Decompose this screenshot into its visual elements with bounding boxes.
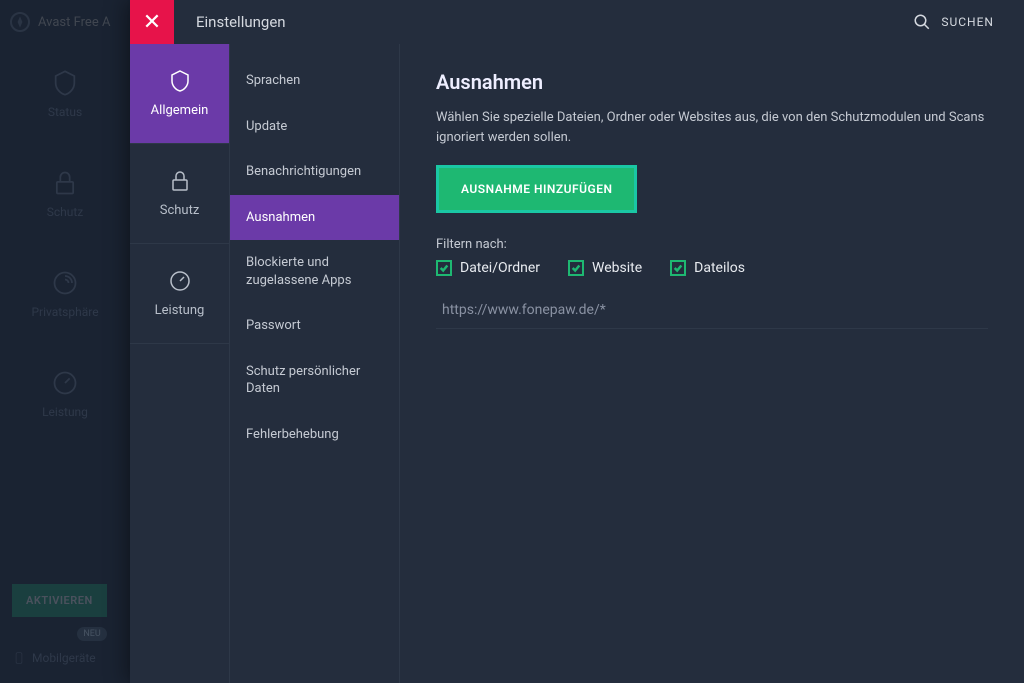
filter-option-label: Datei/Ordner xyxy=(460,260,540,276)
modal-header: ✕ Einstellungen SUCHEN xyxy=(130,0,1024,44)
filter-label: Filtern nach: xyxy=(436,237,988,252)
category-nav: Allgemein Schutz Leistung xyxy=(130,44,230,683)
sub-item-update[interactable]: Update xyxy=(230,104,399,150)
filter-option-label: Website xyxy=(592,260,642,276)
filter-datei-ordner[interactable]: Datei/Ordner xyxy=(436,260,540,276)
avast-logo-icon xyxy=(10,12,30,32)
close-button[interactable]: ✕ xyxy=(130,0,174,44)
close-icon: ✕ xyxy=(143,10,161,35)
shield-icon xyxy=(51,69,79,97)
sub-item-sprachen[interactable]: Sprachen xyxy=(230,58,399,104)
neu-badge: NEU xyxy=(77,627,106,641)
sub-nav: Sprachen Update Benachrichtigungen Ausna… xyxy=(230,44,400,683)
nav-label: Leistung xyxy=(42,405,88,419)
nav-item-schutz[interactable]: Schutz xyxy=(0,144,130,244)
category-label: Schutz xyxy=(160,203,200,218)
mobile-icon xyxy=(12,651,26,665)
filter-website[interactable]: Website xyxy=(568,260,642,276)
checkbox-checked-icon xyxy=(436,260,452,276)
category-allgemein[interactable]: Allgemein xyxy=(130,44,229,144)
category-leistung[interactable]: Leistung xyxy=(130,244,229,344)
exception-row[interactable]: https://www.fonepaw.de/* xyxy=(436,292,988,329)
modal-title: Einstellungen xyxy=(174,13,913,31)
search-button[interactable]: SUCHEN xyxy=(913,13,1024,31)
app-header: Avast Free A xyxy=(0,0,130,44)
mobile-devices-link[interactable]: Mobilgeräte xyxy=(12,651,107,665)
nav-item-leistung[interactable]: Leistung xyxy=(0,344,130,444)
sub-item-blockierte-apps[interactable]: Blockierte und zugelassene Apps xyxy=(230,240,399,303)
sub-item-ausnahmen[interactable]: Ausnahmen xyxy=(230,195,399,241)
checkbox-checked-icon xyxy=(568,260,584,276)
filter-option-label: Dateilos xyxy=(694,260,745,276)
gauge-icon xyxy=(51,369,79,397)
sub-item-fehlerbehebung[interactable]: Fehlerbehebung xyxy=(230,412,399,458)
lock-icon xyxy=(51,169,79,197)
sub-item-schutz-daten[interactable]: Schutz persönlicher Daten xyxy=(230,349,399,412)
nav-label: Schutz xyxy=(47,205,84,219)
nav-label: Privatsphäre xyxy=(31,305,98,319)
category-schutz[interactable]: Schutz xyxy=(130,144,229,244)
exception-list: https://www.fonepaw.de/* xyxy=(436,292,988,329)
checkbox-checked-icon xyxy=(670,260,686,276)
left-sidebar: Avast Free A Status Schutz Privatsphäre … xyxy=(0,0,130,683)
content-description: Wählen Sie spezielle Dateien, Ordner ode… xyxy=(436,108,988,147)
app-title: Avast Free A xyxy=(38,15,110,30)
search-icon xyxy=(913,13,931,31)
nav-item-status[interactable]: Status xyxy=(0,44,130,144)
category-label: Leistung xyxy=(155,303,205,318)
activate-button[interactable]: AKTIVIEREN xyxy=(12,584,107,617)
content-panel: Ausnahmen Wählen Sie spezielle Dateien, … xyxy=(400,44,1024,683)
shield-outline-icon xyxy=(168,69,192,93)
settings-modal: ✕ Einstellungen SUCHEN Allgemein Schutz … xyxy=(130,0,1024,683)
add-exception-button[interactable]: AUSNAHME HINZUFÜGEN xyxy=(436,165,637,213)
content-heading: Ausnahmen xyxy=(436,70,988,94)
lock-icon xyxy=(168,169,192,193)
sub-item-benachrichtigungen[interactable]: Benachrichtigungen xyxy=(230,149,399,195)
sub-item-passwort[interactable]: Passwort xyxy=(230,303,399,349)
filter-dateilos[interactable]: Dateilos xyxy=(670,260,745,276)
filter-row: Datei/Ordner Website Dateilos xyxy=(436,260,988,276)
gauge-icon xyxy=(168,269,192,293)
fingerprint-icon xyxy=(51,269,79,297)
nav-item-privatsphaere[interactable]: Privatsphäre xyxy=(0,244,130,344)
modal-body: Allgemein Schutz Leistung Sprachen Updat… xyxy=(130,44,1024,683)
search-label: SUCHEN xyxy=(941,15,994,29)
nav-label: Status xyxy=(48,105,82,119)
category-label: Allgemein xyxy=(151,103,209,118)
